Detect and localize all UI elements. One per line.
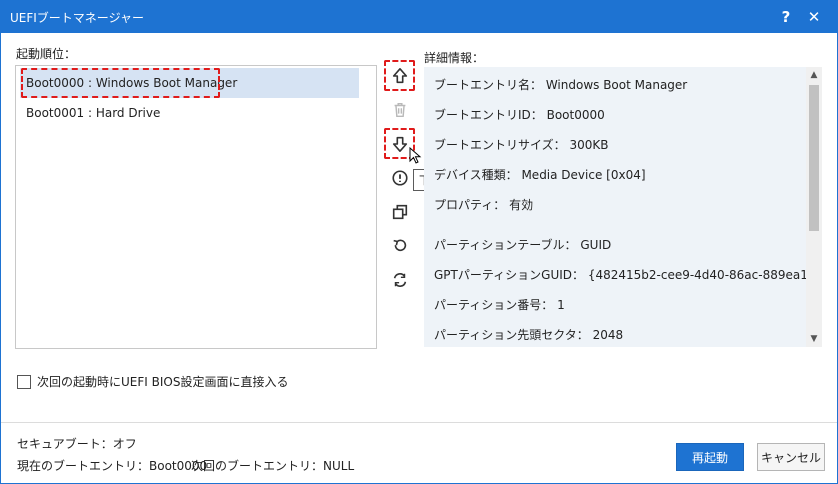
title-bar: UEFIブートマネージャー ? ✕ [1,1,837,33]
list-item-label: Boot0001 : Hard Drive [26,106,161,120]
undo-icon [393,239,407,252]
detail-entry-id: ブートエントリID： Boot0000 [434,108,605,122]
list-item-boot0001[interactable]: Boot0001 : Hard Drive [20,98,359,128]
copy-button[interactable] [386,198,414,226]
scroll-down-arrow-icon[interactable]: ▼ [806,331,822,347]
mouse-cursor-icon [409,147,422,164]
help-button[interactable]: ? [773,5,799,29]
highlight-selected-entry [21,68,220,98]
detail-device-type: デバイス種類： Media Device [0x04] [434,168,646,182]
bios-setup-option[interactable]: 次回の起動時にUEFI BIOS設定画面に直接入る [17,373,288,390]
refresh-icon [393,273,407,287]
secure-boot-status: セキュアブート：オフ [17,437,137,451]
info-button[interactable] [386,164,414,192]
current-boot-entry: 現在のブートエントリ：Boot0000 [17,459,208,473]
undo-button[interactable] [386,232,414,260]
refresh-button[interactable] [386,266,414,294]
cancel-button[interactable]: キャンセル [757,443,825,471]
uefi-boot-manager-window: UEFIブートマネージャー ? ✕ 起動順位： Boot0000 : Windo… [0,0,838,484]
scroll-thumb[interactable] [809,85,819,231]
scroll-up-arrow-icon[interactable]: ▲ [806,67,822,83]
next-boot-entry: 次回のブートエントリ：NULL [191,459,355,473]
detail-properties: プロパティ： 有効 [434,198,534,212]
delete-button[interactable] [386,96,414,124]
detail-entry-name: ブートエントリ名： Windows Boot Manager [434,78,688,92]
detail-entry-size: ブートエントリサイズ： 300KB [434,138,609,152]
details-label: 詳細情報： [424,51,485,65]
footer-divider [1,422,837,423]
window-title: UEFIブートマネージャー [10,11,144,25]
close-button[interactable]: ✕ [801,5,827,29]
boot-order-label: 起動順位： [16,47,77,61]
info-icon [392,170,408,186]
bios-setup-checkbox-label: 次回の起動時にUEFI BIOS設定画面に直接入る [37,375,289,389]
detail-partition-table: パーティションテーブル： GUID [434,238,612,252]
details-panel: ブートエントリ名： Windows Boot Manager ブートエントリID… [424,67,822,347]
delete-icon [394,102,406,118]
detail-start-sector: パーティション先頭セクタ： 2048 [434,328,624,342]
highlight-move-up [384,60,415,91]
copy-icon [392,204,408,220]
restart-button[interactable]: 再起動 [676,443,744,471]
detail-partition-number: パーティション番号： 1 [434,298,565,312]
bios-setup-checkbox[interactable] [17,374,31,389]
details-scrollbar[interactable]: ▲ ▼ [806,67,822,347]
detail-gpt-guid: GPTパーティションGUID： {482415b2-cee9-4d40-86ac… [434,268,822,282]
boot-order-list[interactable]: Boot0000 : Windows Boot Manager Boot0001… [15,65,377,349]
